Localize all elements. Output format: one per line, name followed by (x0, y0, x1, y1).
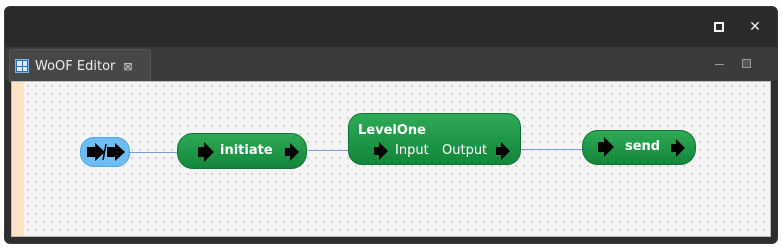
input-arrow-icon (198, 142, 214, 162)
editor-window: ✕ WoOF Editor ⊠ initiate LevelOne Input … (4, 6, 778, 244)
flow-node-levelone[interactable]: LevelOne Input Output (348, 113, 521, 165)
output-port-label: Output (442, 143, 488, 158)
maximize-icon (714, 22, 724, 32)
start-arrows-icon (87, 143, 125, 161)
input-arrow-icon (598, 137, 614, 157)
editor-tab-bar: WoOF Editor ⊠ (5, 47, 777, 82)
node-label: initiate (220, 143, 273, 158)
title-bar: ✕ (5, 7, 777, 47)
woof-editor-icon (15, 59, 29, 73)
flow-canvas[interactable]: initiate LevelOne Input Output send (24, 82, 770, 236)
close-icon: ✕ (749, 19, 761, 35)
maximize-icon (742, 59, 751, 68)
panel-maximize-button[interactable] (742, 59, 752, 68)
output-arrow-icon (496, 142, 510, 160)
output-arrow-icon (285, 143, 299, 161)
window-maximize-button[interactable] (709, 17, 729, 37)
editor-canvas-frame: initiate LevelOne Input Output send (11, 81, 771, 237)
output-arrow-icon (671, 139, 685, 157)
flow-node-send[interactable]: send (582, 130, 696, 165)
minimize-icon (715, 64, 724, 65)
flow-node-initiate[interactable]: initiate (177, 133, 307, 169)
window-close-button[interactable]: ✕ (745, 17, 765, 37)
panel-minimize-button[interactable] (715, 61, 725, 69)
node-label: send (625, 139, 661, 154)
tab-close-icon[interactable]: ⊠ (123, 60, 132, 73)
canvas-ruler-strip (12, 82, 24, 236)
node-label: LevelOne (358, 123, 426, 138)
tab-label: WoOF Editor (35, 58, 116, 74)
start-node[interactable] (80, 137, 130, 167)
tab-woof-editor[interactable]: WoOF Editor ⊠ (9, 49, 151, 82)
input-port-label: Input (395, 143, 429, 158)
input-arrow-icon (374, 142, 388, 160)
